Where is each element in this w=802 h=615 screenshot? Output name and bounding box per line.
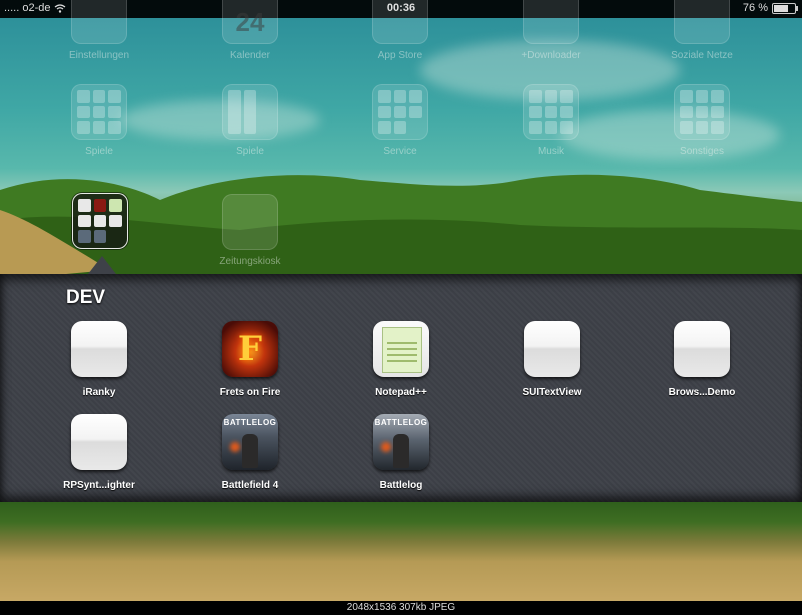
calendar-icon: 24 <box>222 0 278 44</box>
home-folder-label: Sonstiges <box>680 146 724 157</box>
frets-on-fire-icon: F <box>222 321 278 377</box>
home-app-label: Soziale Netze <box>671 50 733 61</box>
ipad-screen: ..... o2-de 00:36 76 % Einstellungen 24 … <box>0 0 802 601</box>
folder-icon <box>222 84 278 140</box>
app-browser-demo[interactable]: Brows...Demo <box>637 321 767 398</box>
blank-app-icon <box>674 321 730 377</box>
blank-app-icon <box>524 321 580 377</box>
app-frets-on-fire[interactable]: F Frets on Fire <box>185 321 315 398</box>
folder-notch <box>88 256 116 274</box>
app-label: RPSynt...ighter <box>63 480 135 491</box>
folder-icon <box>674 84 730 140</box>
home-app-label: Einstellungen <box>68 50 130 61</box>
home-folder-label: Service <box>383 146 417 157</box>
newsstand-icon <box>222 194 278 250</box>
app-label: Battlelog <box>379 480 423 491</box>
blank-app-icon <box>71 414 127 470</box>
calendar-day: 24 <box>235 7 265 37</box>
home-app-label: App Store <box>377 50 423 61</box>
home-app-label: Kalender <box>229 50 271 61</box>
notepad-plus-plus-icon <box>373 321 429 377</box>
folder-icon <box>372 84 428 140</box>
home-folder-label: Spiele <box>85 146 113 157</box>
home-folder-label: Spiele <box>236 146 264 157</box>
app-label: Brows...Demo <box>668 387 736 398</box>
battery-fill <box>774 4 788 12</box>
folder-title[interactable]: DEV <box>66 287 105 309</box>
app-label: Battlefield 4 <box>221 480 279 491</box>
folder-icon <box>674 0 730 44</box>
home-app-downloader[interactable]: +Downloader <box>496 0 606 61</box>
frets-glyph: F <box>237 329 263 369</box>
app-label: SUITextView <box>522 387 582 398</box>
open-folder-icon[interactable] <box>72 193 128 249</box>
notepad-sheet <box>382 327 422 373</box>
battlelog-badge: BATTLELOG <box>223 418 277 427</box>
battlelog-badge: BATTLELOG <box>374 418 428 427</box>
home-folder-sonstiges[interactable]: Sonstiges <box>647 84 757 157</box>
app-store-icon <box>372 0 428 44</box>
battery-tip <box>796 5 798 11</box>
home-folder-service[interactable]: Service <box>345 84 455 157</box>
home-folder-spiele[interactable]: Spiele <box>44 84 154 157</box>
home-app-label: +Downloader <box>521 50 581 61</box>
image-info-bar: 2048x1536 307kb JPEG <box>0 601 802 615</box>
home-app-zeitungskiosk[interactable]: Zeitungskiosk <box>195 194 305 267</box>
blank-app-icon <box>71 321 127 377</box>
home-folder-spiele-2[interactable]: Spiele <box>195 84 305 157</box>
home-folder-label: Musik <box>537 146 565 157</box>
app-suitextview[interactable]: SUITextView <box>487 321 617 398</box>
home-app-label: Zeitungskiosk <box>219 256 281 267</box>
home-app-einstellungen[interactable]: Einstellungen <box>44 0 154 61</box>
app-battlefield-4[interactable]: BATTLELOG Battlefield 4 <box>185 414 315 491</box>
app-rpsynthfighter[interactable]: RPSynt...ighter <box>34 414 164 491</box>
battlelog-icon: BATTLELOG <box>373 414 429 470</box>
app-iranky[interactable]: iRanky <box>34 321 164 398</box>
folder-icon <box>71 84 127 140</box>
app-label: iRanky <box>82 387 116 398</box>
download-icon <box>523 0 579 44</box>
app-label: Notepad++ <box>375 387 427 398</box>
settings-icon <box>71 0 127 44</box>
field-foreground <box>0 502 802 601</box>
app-label: Frets on Fire <box>219 387 281 398</box>
battery-icon <box>772 2 798 14</box>
home-folder-musik[interactable]: Musik <box>496 84 606 157</box>
folder-icon <box>523 84 579 140</box>
home-app-kalender[interactable]: 24 Kalender <box>195 0 305 61</box>
home-folder-soziale-netze[interactable]: Soziale Netze <box>647 0 757 61</box>
app-notepad-plus-plus[interactable]: Notepad++ <box>336 321 466 398</box>
app-battlelog[interactable]: BATTLELOG Battlelog <box>336 414 466 491</box>
battlefield-4-icon: BATTLELOG <box>222 414 278 470</box>
home-app-app-store[interactable]: App Store <box>345 0 455 61</box>
